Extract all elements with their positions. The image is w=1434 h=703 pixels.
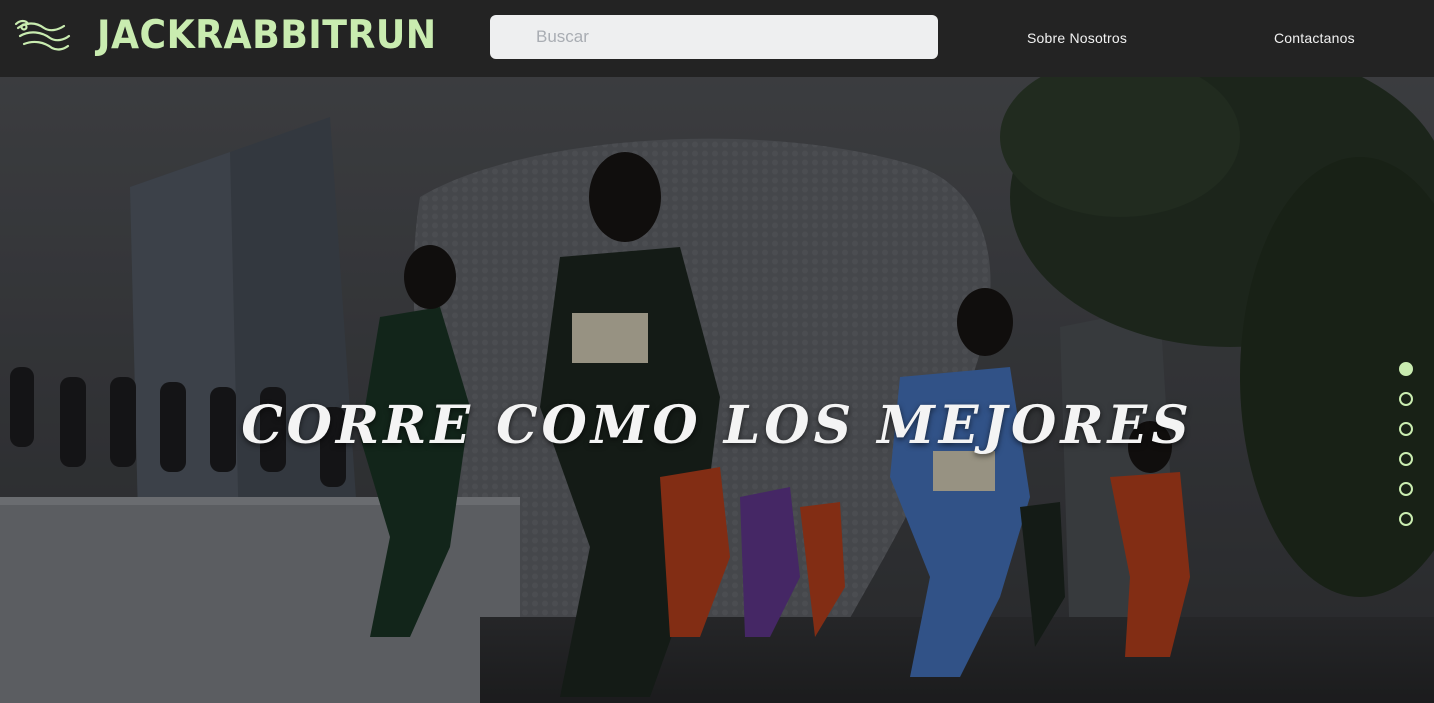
slider-dot-5[interactable] xyxy=(1399,482,1413,496)
slider-dot-3[interactable] xyxy=(1399,422,1413,436)
nav-link-contact[interactable]: Contactanos xyxy=(1274,27,1355,49)
rabbit-logo-icon[interactable] xyxy=(14,18,72,54)
brand-logo-text[interactable]: JACKRABBITRUN xyxy=(97,8,437,64)
slider-dots xyxy=(1399,362,1415,542)
hero-banner: CORRE COMO LOS MEJORES xyxy=(0,77,1434,703)
hero-background-photo xyxy=(0,77,1434,703)
search-bar xyxy=(490,15,938,59)
top-navbar: JACKRABBITRUN Sobre Nosotros Contactanos xyxy=(0,0,1434,77)
slider-dot-2[interactable] xyxy=(1399,392,1413,406)
hero-title: CORRE COMO LOS MEJORES xyxy=(241,395,1193,456)
slider-dot-4[interactable] xyxy=(1399,452,1413,466)
slider-dot-6[interactable] xyxy=(1399,512,1413,526)
nav-link-about[interactable]: Sobre Nosotros xyxy=(1027,27,1127,49)
slider-dot-1[interactable] xyxy=(1399,362,1413,376)
search-input[interactable] xyxy=(536,15,926,59)
page: JACKRABBITRUN Sobre Nosotros Contactanos xyxy=(0,0,1434,703)
